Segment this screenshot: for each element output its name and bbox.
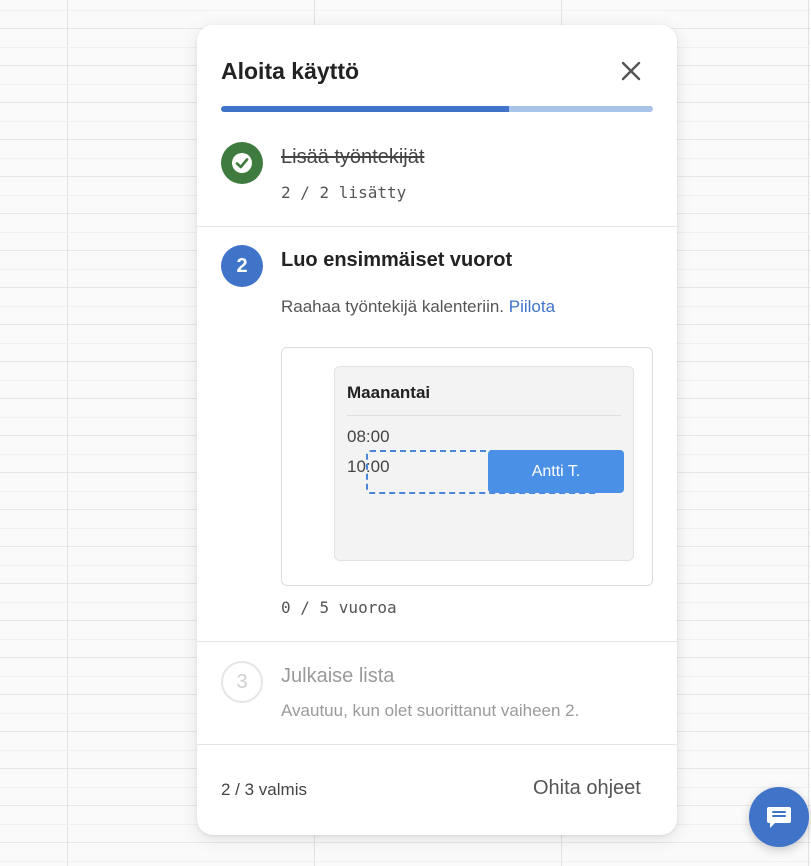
step-3-number-badge: 3 (221, 661, 263, 703)
step-1-done-icon (221, 142, 263, 184)
skip-guide-button[interactable]: Ohita ohjeet (533, 777, 641, 800)
progress-bar (221, 106, 653, 112)
step-2-title: Luo ensimmäiset vuorot (281, 249, 513, 271)
drag-demo-box: Maanantai 08:00 10:00 Antti T. (281, 347, 653, 586)
step-2-status: 0 / 5 vuoroa (281, 598, 397, 617)
step-2-description: Raahaa työntekijä kalenteriin. Piilota (281, 297, 555, 317)
onboarding-panel: Aloita käyttö Lisää työntekijät 2 / 2 li… (197, 25, 677, 835)
step-divider (197, 226, 677, 227)
step-3-title: Julkaise lista (281, 665, 395, 687)
panel-title: Aloita käyttö (221, 58, 360, 84)
calendar-day-separator (347, 415, 621, 416)
hide-link[interactable]: Piilota (509, 297, 555, 316)
step-3-description: Avautuu, kun olet suorittanut vaiheen 2. (281, 701, 580, 720)
step-1-title: Lisää työntekijät (281, 146, 425, 168)
close-button[interactable] (615, 55, 647, 87)
time-slot-label: 08:00 (347, 427, 390, 446)
completed-count: 2 / 3 valmis (221, 780, 307, 799)
employee-drag-chip[interactable]: Antti T. (488, 450, 624, 493)
step-divider (197, 744, 677, 745)
progress-fill (221, 106, 510, 112)
step-divider (197, 641, 677, 642)
calendar-day-card: Maanantai 08:00 10:00 Antti T. (334, 366, 634, 561)
chat-button[interactable] (749, 787, 809, 847)
close-icon (621, 61, 641, 81)
step-2-number-badge: 2 (221, 245, 263, 287)
step-2-description-text: Raahaa työntekijä kalenteriin. (281, 297, 505, 316)
check-icon (232, 153, 252, 173)
panel-header: Aloita käyttö (197, 25, 677, 112)
chat-icon (767, 807, 791, 828)
calendar-day-label: Maanantai (347, 383, 431, 402)
step-1-status: 2 / 2 lisätty (281, 183, 407, 202)
